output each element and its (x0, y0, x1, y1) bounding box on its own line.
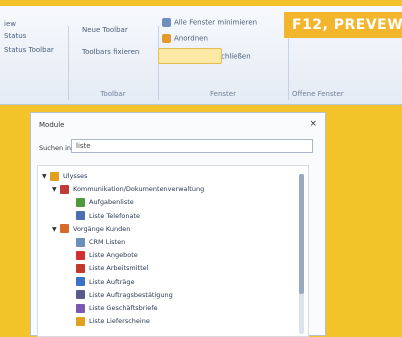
shortcut-banner: F12, PREVEW (284, 12, 402, 38)
crm-icon (76, 237, 85, 247)
documents-icon (60, 184, 69, 194)
tree-item-label: Liste Arbeitsmittel (89, 264, 149, 273)
ribbon-group-toolbar: Neue Toolbar Toolbars fixieren Toolbar (68, 26, 159, 100)
scrollbar-thumb[interactable] (299, 174, 304, 294)
tree-item-label: Liste Angebote (89, 251, 138, 260)
new-toolbar-button[interactable]: Neue Toolbar (82, 26, 128, 34)
tree-item[interactable]: Aufgabenliste (68, 196, 134, 208)
module-panel: Module × Suchen in ▼Ulysses▼Kommunikatio… (30, 112, 326, 337)
arrange-icon (162, 34, 171, 43)
tree-item-label: Ulysses (63, 172, 88, 180)
ribbon-item-status[interactable]: Status (4, 32, 26, 40)
expand-toggle-icon[interactable]: ▼ (52, 184, 60, 196)
minimize-icon (162, 18, 171, 27)
arrange-label: Anordnen (174, 34, 208, 43)
module-tree: ▼ Ulysses ▼ Kommunikation/Dokumentenverwalt… (37, 165, 309, 337)
search-label: Suchen in (39, 144, 72, 152)
phone-icon (76, 211, 85, 221)
tree-item[interactable]: Liste Geschäftsbriefe (68, 302, 158, 314)
tools-icon (76, 263, 85, 273)
open-windows-caption: Offene Fenster (292, 90, 344, 98)
tree-item-label: CRM Listen (89, 238, 126, 246)
tree-item[interactable]: Liste Lieferscheine (68, 315, 150, 327)
customer-icon (60, 224, 69, 234)
tree-item[interactable]: Liste Arbeitsmittel (68, 262, 148, 274)
minimize-all-button[interactable]: Alle Fenster minimieren (162, 18, 257, 27)
tree-item[interactable]: Liste Aufträge (68, 276, 135, 288)
toolbar-group-caption: Toolbar (100, 90, 126, 98)
tree-item-label: Liste Geschäftsbriefe (89, 304, 158, 312)
ribbon-item-view[interactable]: iew (4, 20, 16, 28)
tree-item-label: Liste Lieferscheine (89, 317, 150, 326)
tree-item[interactable]: Liste Auftragsbestätigung (68, 289, 173, 301)
expand-toggle-icon[interactable]: ▼ (52, 224, 60, 236)
letter-icon (76, 303, 85, 313)
tree-item[interactable]: Liste Telefonate (68, 210, 140, 222)
tree-item-label: Vorgänge Kunden (73, 224, 131, 233)
ribbon-item-status-toolbar[interactable]: Status Toolbar (4, 46, 54, 54)
arrange-highlight (158, 48, 222, 64)
tree-item-label: Liste Telefonate (89, 211, 141, 220)
order-icon (76, 277, 85, 287)
tree-item-label: Liste Auftragsbestätigung (89, 290, 173, 299)
offer-icon (76, 250, 85, 260)
expand-toggle-icon[interactable]: ▼ (42, 171, 50, 183)
arrange-button[interactable]: Anordnen (162, 34, 208, 43)
fix-toolbars-button[interactable]: Toolbars fixieren (82, 48, 139, 56)
tree-item-label: Aufgabenliste (89, 198, 134, 207)
confirm-icon (76, 290, 85, 300)
window-group-caption: Fenster (210, 90, 236, 98)
task-icon (76, 197, 85, 207)
search-input[interactable] (71, 139, 313, 153)
tree-item[interactable]: CRM Listen (68, 236, 125, 248)
delivery-icon (76, 316, 85, 326)
panel-title: Module (39, 121, 65, 129)
tree-item[interactable]: ▼ Ulysses (42, 170, 88, 182)
scrollbar[interactable] (299, 174, 304, 334)
folder-icon (50, 171, 59, 181)
close-icon[interactable]: × (309, 119, 317, 129)
ribbon-group-view: iew Status Status Toolbar (0, 20, 69, 100)
tree-item[interactable]: ▼ Vorgänge Kunden (52, 223, 130, 235)
tree-item-label: Liste Aufträge (89, 277, 135, 286)
tree-item[interactable]: ▼ Kommunikation/Dokumentenverwaltung (52, 183, 204, 195)
minimize-all-label: Alle Fenster minimieren (174, 18, 258, 27)
tree-item-label: Kommunikation/Dokumentenverwaltung (73, 185, 205, 194)
tree-item[interactable]: Liste Angebote (68, 249, 138, 261)
